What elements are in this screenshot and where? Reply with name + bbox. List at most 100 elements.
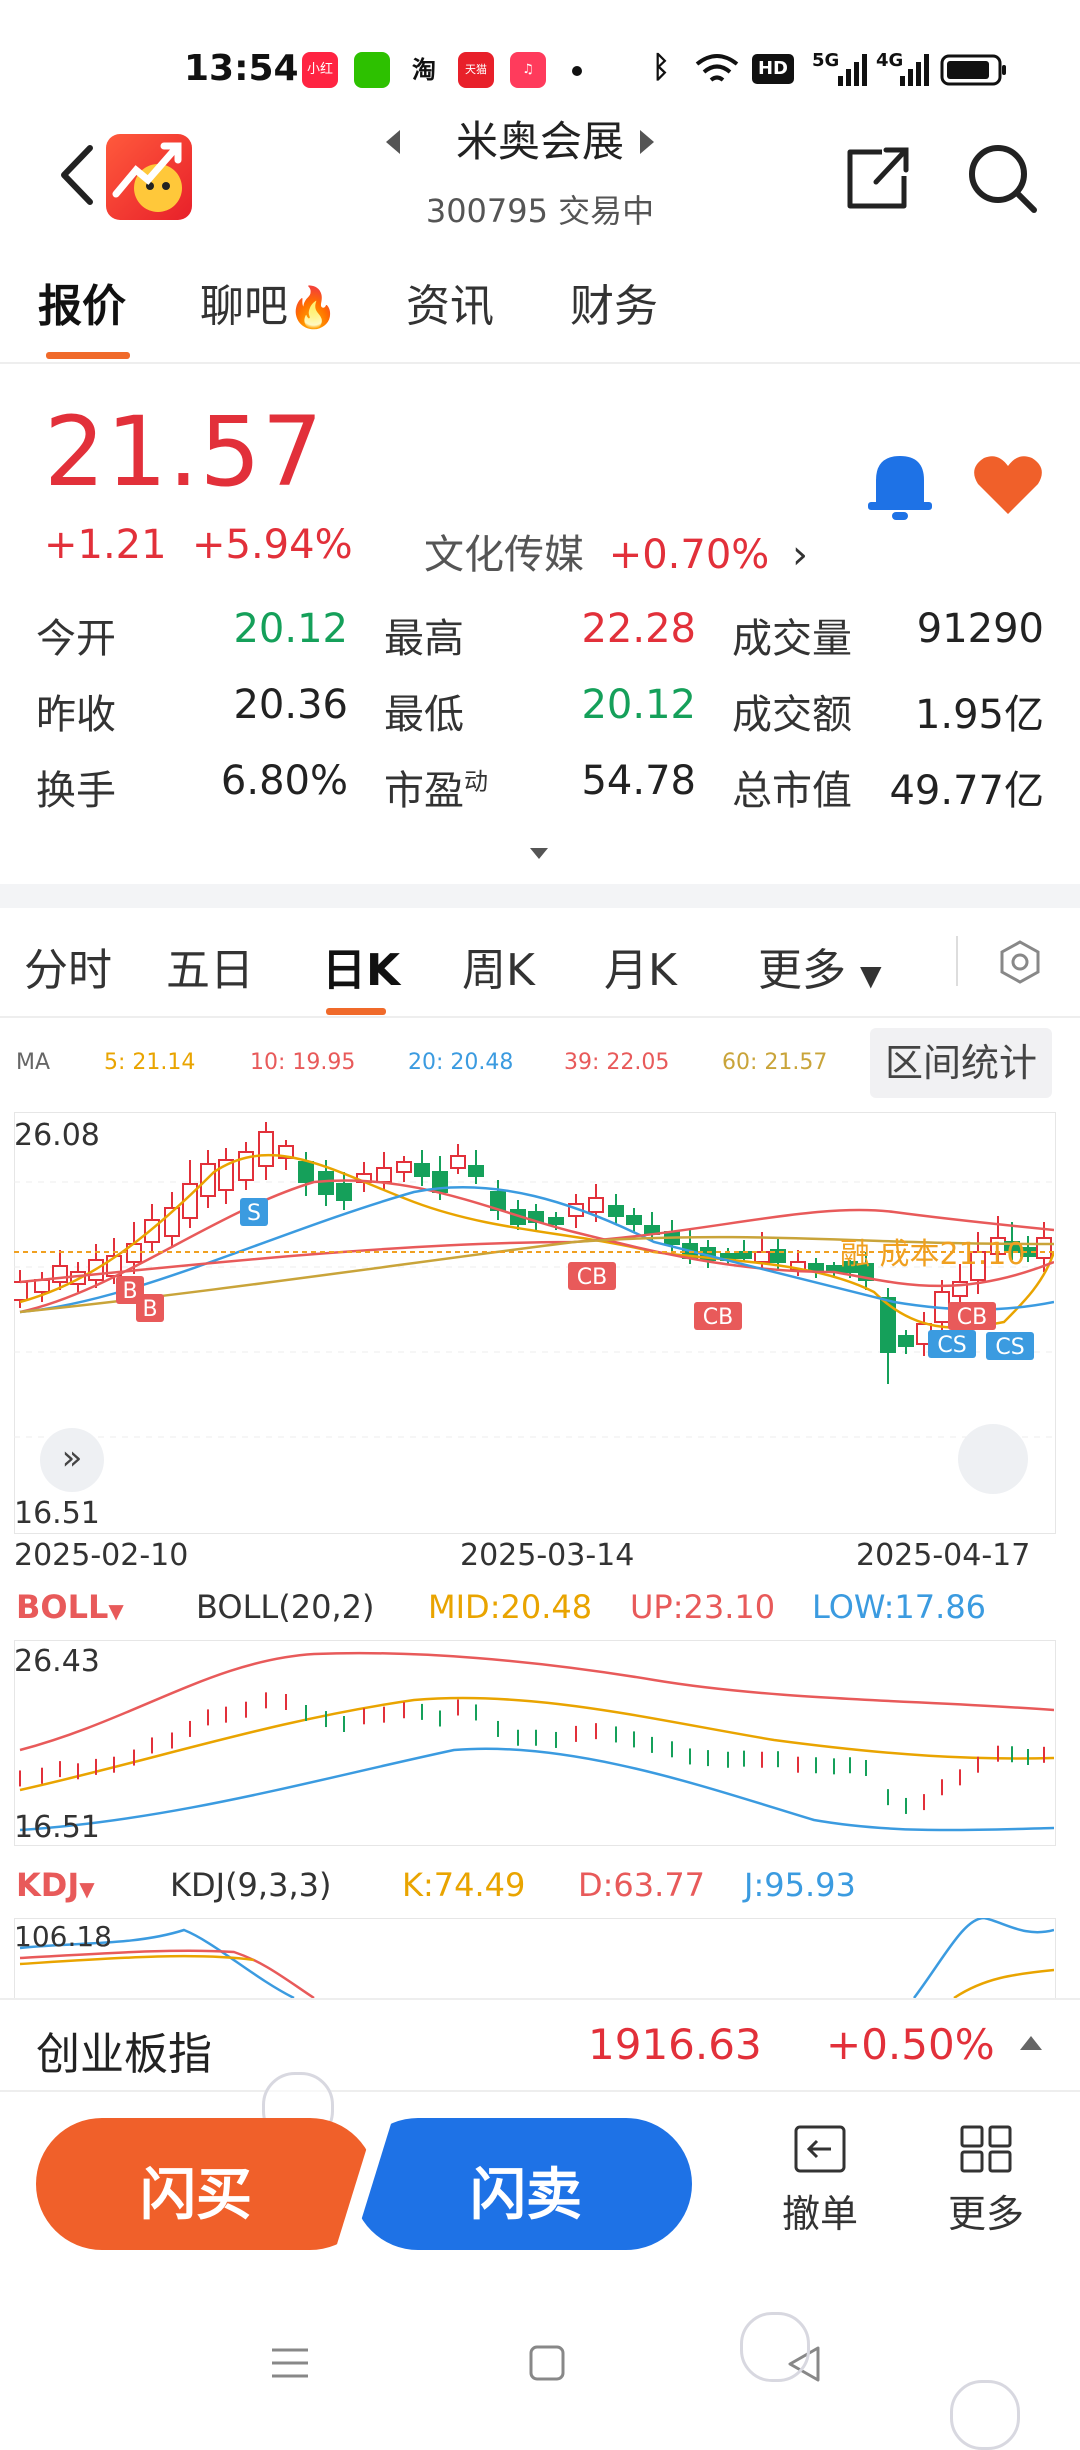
chart-tab-intraday[interactable]: 分时 (24, 934, 112, 998)
tab-finance[interactable]: 财务 (570, 270, 658, 334)
tab-chat[interactable]: 聊吧🔥 (200, 270, 338, 334)
candle-body (1036, 1237, 1052, 1259)
trade-marker: B (136, 1294, 164, 1322)
bell-icon[interactable] (862, 448, 938, 522)
index-ticker-bar[interactable]: 创业板指 1916.63 +0.50% (0, 1998, 1080, 2092)
kdj-j-line-right (912, 1918, 1054, 1998)
tmall-icon: 天猫 (458, 52, 494, 88)
app-logo (106, 134, 192, 220)
flash-buy-button[interactable]: 闪买 (36, 2118, 376, 2250)
signal-4g-icon (900, 54, 929, 86)
chart-tab-indicator (326, 1008, 386, 1015)
candle-body (608, 1205, 624, 1217)
candle (52, 1250, 68, 1290)
sector-link[interactable]: 文化传媒 +0.70% › (424, 522, 808, 580)
kdj-selector[interactable]: KDJ▼ (16, 1866, 95, 1904)
chart-tab-border (0, 1016, 1080, 1018)
label-market-cap: 总市值 (732, 768, 852, 814)
flash-sell-button[interactable]: 闪卖 (352, 2118, 692, 2250)
cost-label: 融 成本21.10 (840, 1237, 1025, 1272)
home-nav-icon[interactable] (528, 2344, 566, 2382)
battery-icon (940, 54, 1006, 86)
boll-selector[interactable]: BOLL▼ (16, 1588, 124, 1626)
label-pe-text: 市盈 (384, 768, 464, 814)
candle (258, 1122, 274, 1180)
trade-marker-label: S (247, 1201, 261, 1226)
date-mid: 2025-03-14 (460, 1538, 635, 1573)
tab-chat-label: 聊吧 (200, 281, 288, 332)
chart-tab-weekly[interactable]: 周K (462, 934, 535, 998)
price-change: +1.21 (44, 522, 167, 568)
candle-body (396, 1161, 412, 1173)
value-turnover-rate: 6.80% (220, 758, 348, 804)
label-open: 今开 (36, 616, 116, 662)
candle-body (318, 1171, 334, 1195)
boll-mid: MID:20.48 (428, 1588, 593, 1626)
chevron-right-icon: › (792, 532, 809, 578)
range-stats-button[interactable]: 区间统计 (870, 1028, 1052, 1098)
grid-icon (960, 2125, 1012, 2173)
back-arrow-icon[interactable] (52, 140, 112, 210)
value-prev-close: 20.36 (233, 682, 348, 728)
kline-y-max: 26.08 (14, 1118, 100, 1153)
trade-marker-label: CS (995, 1335, 1024, 1360)
candle-body (808, 1263, 824, 1271)
expand-panel-icon[interactable]: » (40, 1428, 104, 1492)
candle-body (298, 1161, 314, 1183)
cancel-order-label: 撤单 (781, 2192, 858, 2236)
index-pct: +0.50% (826, 2020, 995, 2069)
expand-chevron-icon[interactable] (528, 846, 550, 862)
settings-hexagon-icon[interactable] (996, 938, 1044, 986)
trade-marker-label: B (142, 1297, 157, 1322)
candle (218, 1148, 234, 1204)
trade-marker: CB (694, 1302, 742, 1330)
xiaohongshu-icon: 小红书 (302, 52, 338, 113)
label-pe: 市盈动 (384, 758, 488, 816)
kline-chart[interactable]: 融 成本21.10 BB S CB CB CB CS CS (14, 1112, 1054, 1532)
boll-chart[interactable] (14, 1640, 1054, 1844)
candle-body (468, 1165, 484, 1177)
5g-label: 5G (812, 50, 840, 71)
main-tabs: 报价 聊吧🔥 资讯 财务 (0, 270, 1080, 364)
candle (396, 1156, 412, 1182)
tab-news[interactable]: 资讯 (406, 270, 494, 334)
music-icon: ♫ (510, 52, 546, 88)
taobao-icon: 淘 (412, 56, 436, 84)
chart-tab-daily[interactable]: 日K (322, 934, 400, 998)
tab-quote[interactable]: 报价 (38, 270, 126, 334)
dropdown-triangle-icon: ▼ (79, 1877, 95, 1901)
candle-body (880, 1297, 896, 1353)
kdj-j: J:95.93 (744, 1866, 856, 1904)
trade-marker-label: CB (703, 1305, 733, 1330)
kdj-name: KDJ (16, 1866, 80, 1904)
tab-divider (956, 936, 958, 986)
candle-body (336, 1183, 352, 1201)
zoom-handle[interactable] (958, 1424, 1028, 1494)
chart-tab-more-label: 更多 (758, 945, 846, 996)
share-icon[interactable] (842, 144, 912, 214)
menu-nav-icon[interactable] (270, 2346, 310, 2380)
dropdown-triangle-icon: ▼ (108, 1599, 124, 1623)
signal-5g-icon (838, 54, 867, 86)
system-nav-bar (0, 2310, 1080, 2450)
next-stock-icon[interactable] (636, 128, 656, 156)
kdj-d: D:63.77 (578, 1866, 706, 1904)
cancel-order-button[interactable]: 撤单 (770, 2124, 870, 2238)
search-icon[interactable] (964, 140, 1040, 216)
more-actions-button[interactable]: 更多 (936, 2124, 1036, 2238)
expand-up-icon[interactable] (1018, 2034, 1044, 2052)
trade-marker: CS (928, 1330, 976, 1358)
label-turnover-rate: 换手 (36, 768, 116, 814)
touch-indicator (950, 2380, 1020, 2450)
touch-indicator (740, 2312, 810, 2382)
kdj-chart[interactable] (14, 1918, 1054, 1998)
section-separator (0, 884, 1080, 908)
chart-tab-monthly[interactable]: 月K (604, 934, 677, 998)
index-value: 1916.63 (588, 2020, 762, 2069)
label-volume: 成交量 (732, 616, 852, 662)
tab-active-indicator (46, 352, 130, 359)
chart-tab-5day[interactable]: 五日 (166, 934, 254, 998)
index-name: 创业板指 (36, 2029, 212, 2080)
favorite-heart-icon[interactable] (972, 452, 1044, 518)
chart-tab-more[interactable]: 更多 ▼ (758, 934, 882, 998)
